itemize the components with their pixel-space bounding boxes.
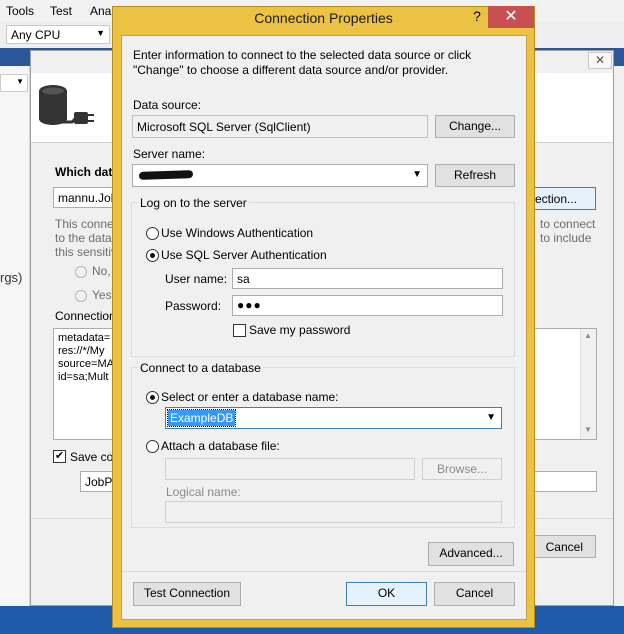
wizard-question-label: Which data <box>55 165 120 179</box>
attach-file-label[interactable]: Attach a database file: <box>161 439 280 453</box>
wizard-info-text: to connect <box>540 217 596 231</box>
dialog-instructions: Enter information to connect to the sele… <box>133 48 472 77</box>
sensitive-data-no-radio[interactable]: No, <box>75 264 111 278</box>
connection-string-text: metadata= res://*/My source=MA id=sa;Mul… <box>58 332 118 384</box>
wizard-close-button[interactable]: ✕ <box>588 52 612 69</box>
logon-group-title: Log on to the server <box>138 196 249 210</box>
wizard-info-text: to the datab <box>55 231 119 245</box>
chevron-down-icon: ▼ <box>16 77 24 86</box>
refresh-button[interactable]: Refresh <box>435 164 515 187</box>
redacted-server-name <box>138 170 194 180</box>
attach-file-input <box>165 458 415 480</box>
wizard-info-text: this sensitiv <box>55 245 118 259</box>
chevron-up-icon[interactable]: ▲ <box>584 331 592 340</box>
change-button[interactable]: Change... <box>435 115 515 138</box>
new-connection-button[interactable]: ection... <box>526 187 596 210</box>
database-name-combo[interactable]: ExampleDB ▼ <box>165 407 502 429</box>
password-label: Password: <box>165 299 222 313</box>
test-connection-button[interactable]: Test Connection <box>133 582 241 606</box>
connection-string-line: metadata= <box>58 332 111 344</box>
platform-combo[interactable]: Any CPU ▼ <box>6 25 110 44</box>
data-source-field: Microsoft SQL Server (SqlClient) <box>132 115 428 138</box>
database-plug-icon <box>39 85 94 125</box>
attach-file-radio[interactable] <box>146 440 159 453</box>
windows-auth-radio[interactable] <box>146 227 159 240</box>
chevron-down-icon[interactable]: ▼ <box>584 425 592 434</box>
connection-string-line: source=MA <box>58 358 114 370</box>
select-database-label[interactable]: Select or enter a database name: <box>161 390 338 404</box>
save-password-checkbox[interactable] <box>233 324 246 337</box>
connection-string-label: Connection <box>55 309 116 323</box>
server-name-label: Server name: <box>133 147 206 161</box>
windows-auth-label[interactable]: Use Windows Authentication <box>161 226 313 240</box>
wizard-info-text: to include <box>540 231 592 245</box>
password-input[interactable]: ●●● <box>232 295 503 316</box>
save-connection-checkbox[interactable]: ✔ <box>53 450 66 463</box>
menu-tools[interactable]: Tools <box>6 4 34 18</box>
connection-string-line: id=sa;Mult <box>58 371 109 383</box>
sql-auth-label[interactable]: Use SQL Server Authentication <box>161 248 327 262</box>
help-button[interactable]: ? <box>466 6 488 26</box>
menu-analyze[interactable]: Anal <box>90 4 114 18</box>
cancel-button[interactable]: Cancel <box>434 582 515 606</box>
chevron-down-icon[interactable]: ▼ <box>486 412 496 423</box>
select-database-radio[interactable] <box>146 391 159 404</box>
logical-name-input <box>165 501 502 523</box>
sql-auth-radio[interactable] <box>146 249 159 262</box>
platform-combo-value: Any CPU <box>11 28 61 42</box>
chevron-down-icon: ▼ <box>96 28 105 38</box>
browse-button: Browse... <box>422 458 502 480</box>
wizard-cancel-button[interactable]: Cancel <box>526 535 596 558</box>
database-group-title: Connect to a database <box>138 361 263 375</box>
user-name-label: User name: <box>165 272 228 286</box>
data-source-label: Data source: <box>133 98 202 112</box>
vs-left-pane <box>0 66 30 606</box>
wizard-info-text: This connec <box>55 217 120 231</box>
advanced-button[interactable]: Advanced... <box>428 542 514 566</box>
server-name-combo[interactable]: ▼ <box>132 164 428 187</box>
logical-name-label: Logical name: <box>166 485 241 499</box>
save-connection-label: Save co <box>70 450 114 464</box>
code-fragment: rgs) <box>0 270 23 285</box>
menu-test[interactable]: Test <box>50 4 72 18</box>
dialog-divider <box>122 571 526 572</box>
radio-label: No, <box>92 264 111 278</box>
ok-button[interactable]: OK <box>346 582 427 606</box>
connection-string-line: res://*/My <box>58 345 105 357</box>
chevron-down-icon[interactable]: ▼ <box>412 169 422 180</box>
database-name-value: ExampleDB <box>166 409 237 427</box>
sensitive-data-yes-radio[interactable]: Yes <box>75 288 112 302</box>
dialog-close-button[interactable]: ✕ <box>488 6 534 28</box>
user-name-input[interactable]: sa <box>232 268 503 289</box>
connection-string-scrollbar[interactable]: ▲ ▼ <box>580 329 596 439</box>
save-password-label[interactable]: Save my password <box>249 323 350 337</box>
vs-left-combo[interactable]: ▼ <box>0 74 28 92</box>
radio-label: Yes <box>92 288 112 302</box>
